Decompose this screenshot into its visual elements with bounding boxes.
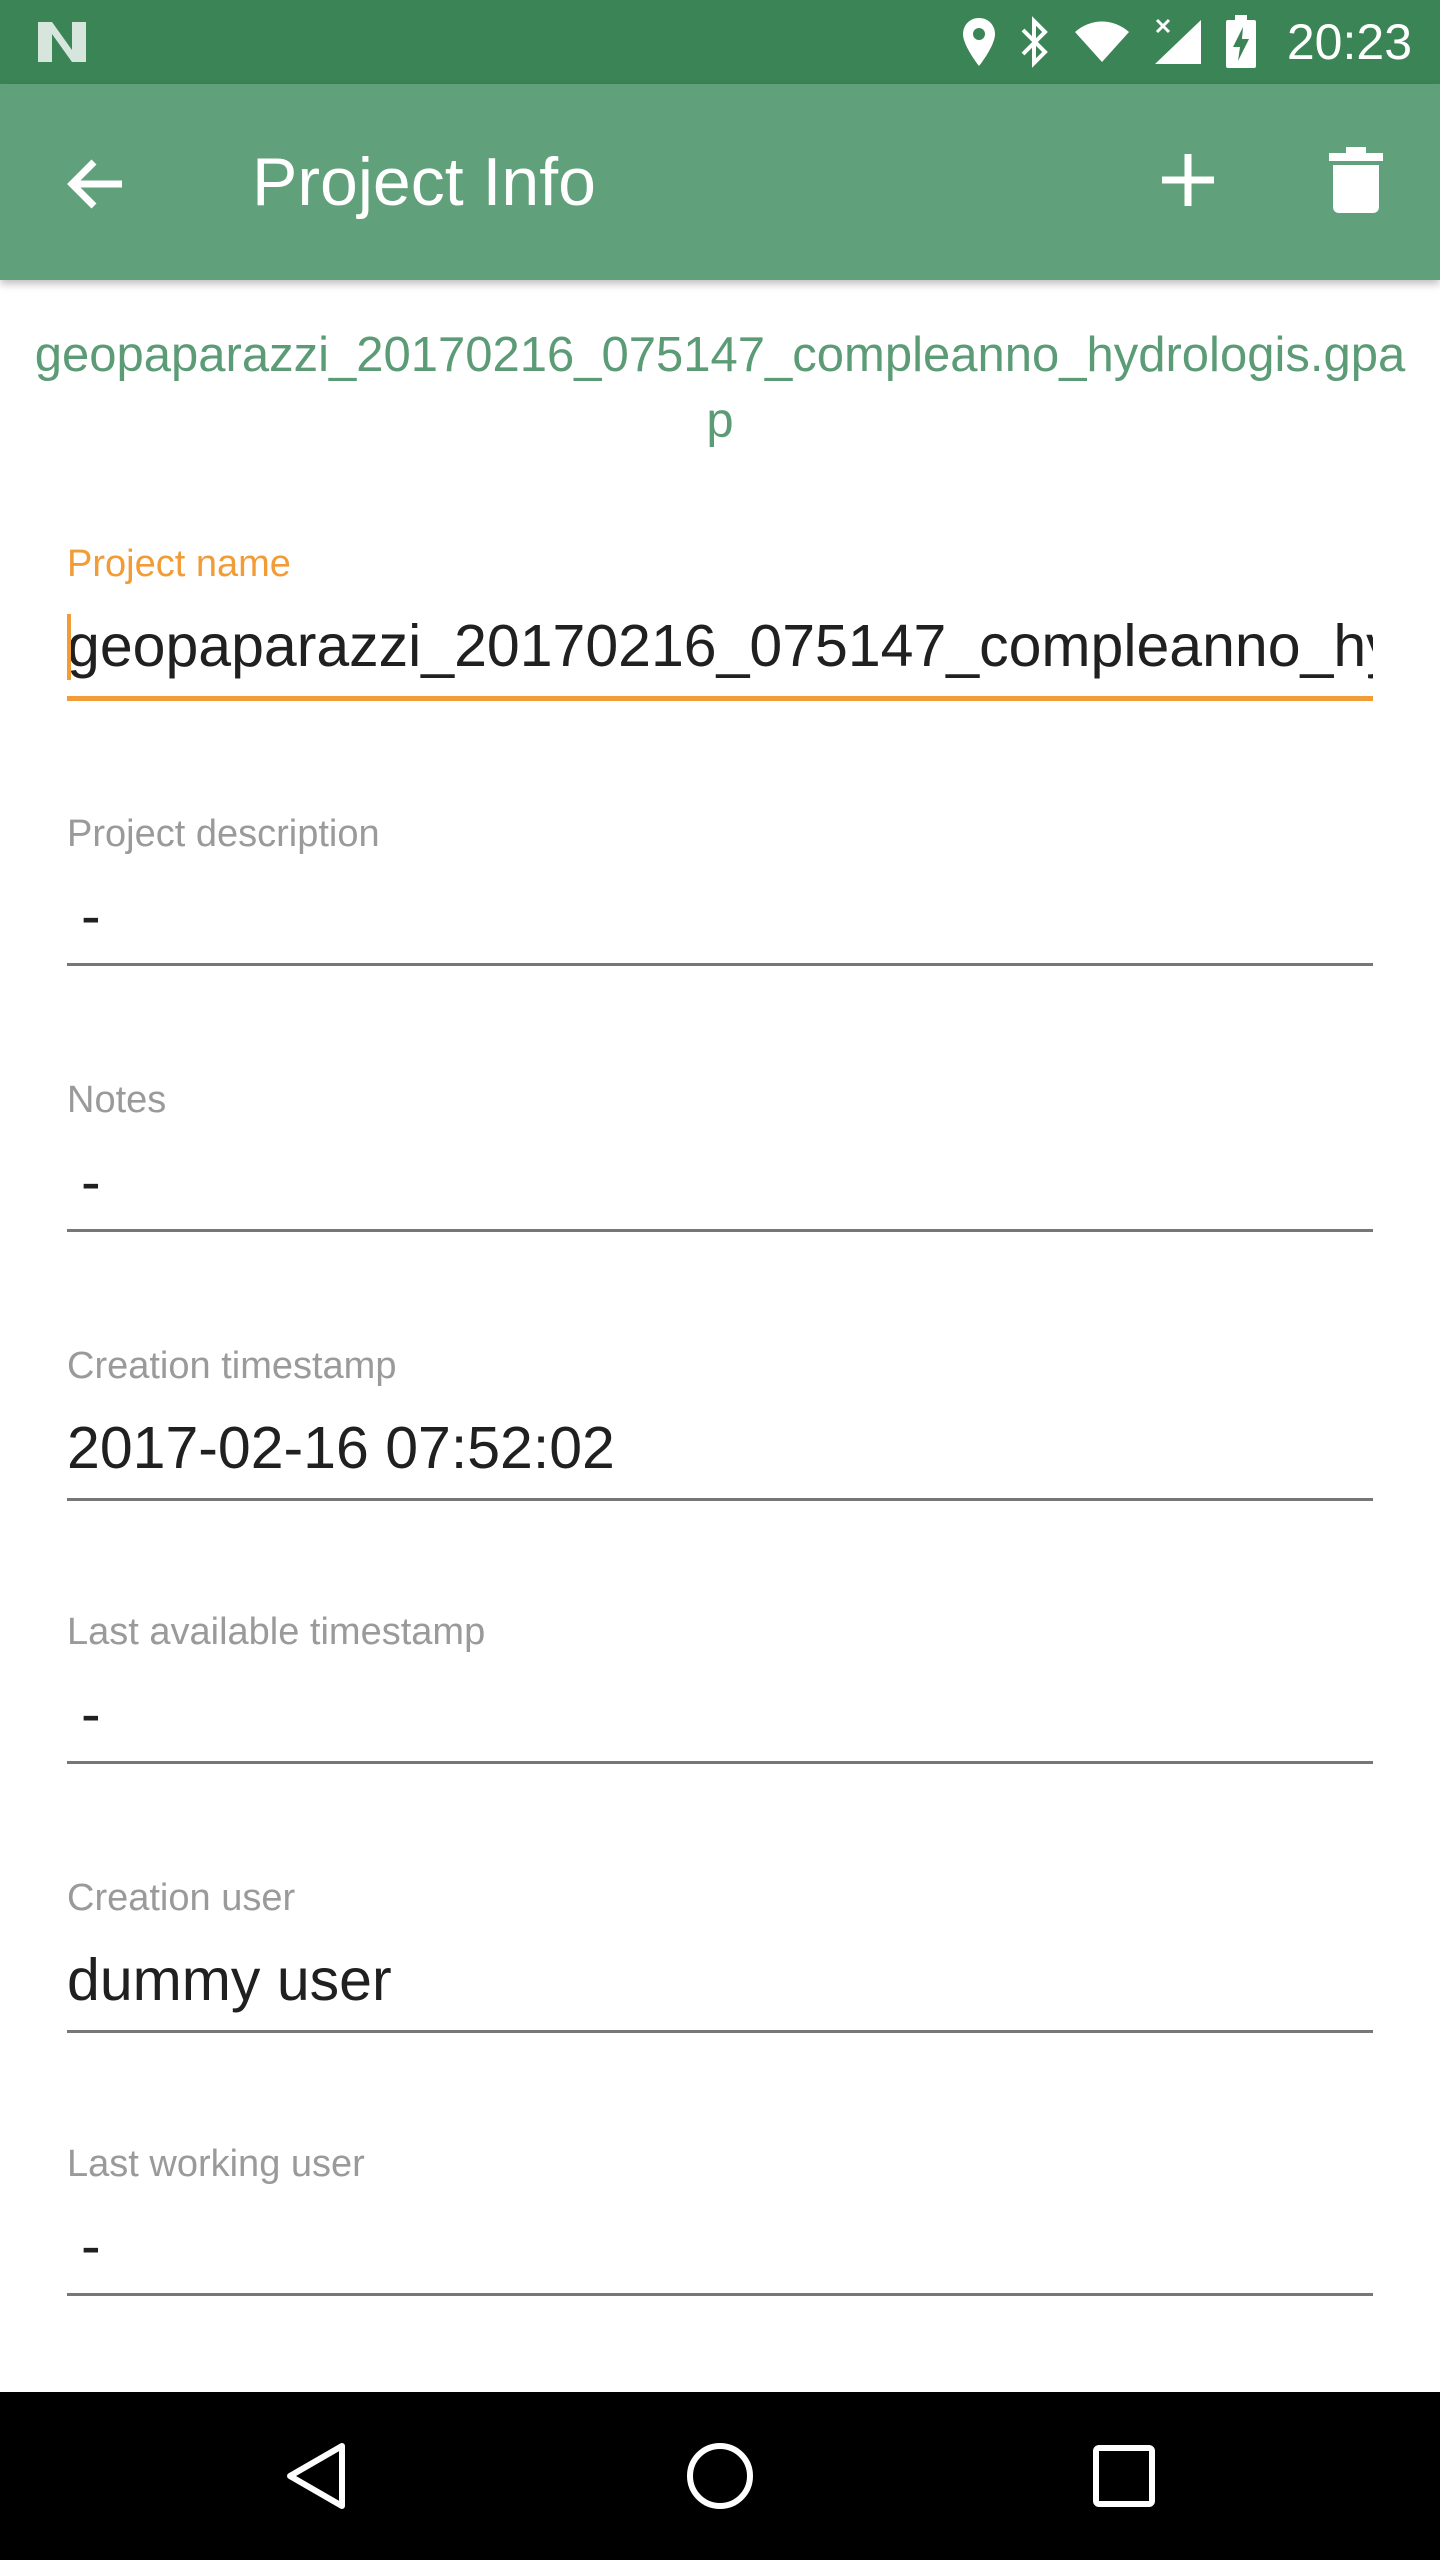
status-time: 20:23 (1286, 14, 1412, 70)
creation-user-field: Creation user dummy user (67, 1874, 1373, 2033)
last-available-timestamp-input[interactable]: - (67, 1664, 1373, 1764)
app-bar: Project Info (0, 84, 1440, 280)
notes-input[interactable]: - (67, 1132, 1373, 1232)
last-working-user-label: Last working user (67, 2143, 365, 2185)
project-file-name: geopaparazzi_20170216_075147_compleanno_… (34, 328, 1406, 448)
nav-back-button[interactable] (266, 2426, 366, 2526)
home-circle-icon (687, 2443, 753, 2509)
back-button[interactable] (56, 144, 136, 224)
battery-charging-icon (1225, 15, 1256, 68)
creation-user-input[interactable]: dummy user (67, 1930, 1373, 2033)
text-cursor (67, 614, 71, 680)
add-button[interactable] (1148, 140, 1228, 220)
project-name-input[interactable]: geopaparazzi_20170216_075147_compleanno_… (67, 596, 1373, 701)
nav-recents-button[interactable] (1074, 2426, 1174, 2526)
arrow-back-icon (67, 159, 122, 209)
project-name-value: geopaparazzi_20170216_075147_compleanno_… (67, 613, 1373, 679)
project-description-input[interactable]: - (67, 866, 1373, 966)
creation-timestamp-field: Creation timestamp 2017-02-16 07:52:02 (67, 1342, 1373, 1501)
recents-square-icon (1093, 2445, 1155, 2507)
creation-user-label: Creation user (67, 1877, 296, 1919)
location-icon (962, 18, 995, 66)
creation-timestamp-label: Creation timestamp (67, 1345, 397, 1387)
project-name-label: Project name (67, 543, 291, 585)
project-description-field: Project description - (67, 810, 1373, 966)
notes-field: Notes - (67, 1076, 1373, 1232)
status-bar: 20:23 (0, 0, 1440, 84)
delete-button[interactable] (1316, 140, 1396, 220)
nav-home-button[interactable] (670, 2426, 770, 2526)
last-working-user-field: Last working user - (67, 2140, 1373, 2296)
back-triangle-icon (287, 2443, 345, 2509)
last-working-user-input[interactable]: - (67, 2196, 1373, 2296)
creation-timestamp-input[interactable]: 2017-02-16 07:52:02 (67, 1398, 1373, 1501)
last-available-timestamp-label: Last available timestamp (67, 1611, 486, 1653)
page-title: Project Info (252, 144, 596, 220)
project-description-label: Project description (67, 813, 380, 855)
bluetooth-icon (1021, 16, 1048, 68)
add-icon (1162, 154, 1214, 206)
notes-label: Notes (67, 1079, 167, 1121)
trash-icon (1329, 147, 1383, 213)
project-name-field: Project name geopaparazzi_20170216_07514… (67, 540, 1373, 701)
notification-n-icon (38, 22, 86, 62)
navigation-bar (0, 2392, 1440, 2560)
wifi-icon (1074, 21, 1129, 62)
last-available-timestamp-field: Last available timestamp - (67, 1608, 1373, 1764)
signal-icon (1154, 18, 1201, 64)
